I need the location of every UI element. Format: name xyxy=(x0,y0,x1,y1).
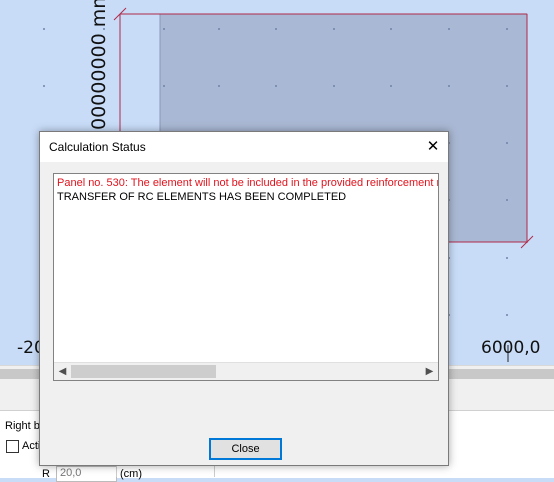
radius-input[interactable]: 20,0 xyxy=(56,466,117,482)
dimension-label: 00000000 mm xyxy=(88,0,110,130)
scroll-left-icon[interactable]: ◀ xyxy=(54,363,71,380)
section-label: Right b xyxy=(5,420,40,432)
grid-dot xyxy=(163,28,165,30)
grid-dot xyxy=(163,85,165,87)
status-message-list[interactable]: Panel no. 530: The element will not be i… xyxy=(53,173,439,381)
grid-dot xyxy=(275,28,277,30)
grid-dot xyxy=(43,28,45,30)
grid-dot xyxy=(218,85,220,87)
dialog-title: Calculation Status xyxy=(49,140,146,154)
grid-dot xyxy=(506,257,508,259)
close-icon[interactable]: ✕ xyxy=(418,132,448,162)
grid-dot xyxy=(333,28,335,30)
active-checkbox[interactable] xyxy=(6,440,19,453)
grid-dot xyxy=(390,85,392,87)
unit-label: (cm) xyxy=(120,468,142,480)
grid-dot xyxy=(333,85,335,87)
info-message: TRANSFER OF RC ELEMENTS HAS BEEN COMPLET… xyxy=(57,191,347,203)
grid-dot xyxy=(506,28,508,30)
grid-dot xyxy=(448,28,450,30)
grid-dot xyxy=(218,28,220,30)
grid-dot xyxy=(275,85,277,87)
active-checkbox-label: Acti xyxy=(22,440,41,452)
error-message: Panel no. 530: The element will not be i… xyxy=(57,177,439,189)
dialog-titlebar[interactable]: Calculation Status ✕ xyxy=(40,132,448,162)
message-scrollbar[interactable]: ◀ ▶ xyxy=(54,362,438,380)
grid-dot xyxy=(506,142,508,144)
scroll-right-icon[interactable]: ▶ xyxy=(421,363,438,380)
close-button[interactable]: Close xyxy=(209,438,282,460)
grid-dot xyxy=(448,85,450,87)
grid-dot xyxy=(43,85,45,87)
calculation-status-dialog: Calculation Status ✕ Panel no. 530: The … xyxy=(39,131,449,466)
axis-right-label: 6000,0 xyxy=(481,338,541,358)
grid-dot xyxy=(506,314,508,316)
grid-dot xyxy=(506,199,508,201)
grid-dot xyxy=(506,85,508,87)
field-letter: R xyxy=(42,468,50,480)
message-scrollbar-thumb[interactable] xyxy=(71,365,216,378)
grid-dot xyxy=(390,28,392,30)
